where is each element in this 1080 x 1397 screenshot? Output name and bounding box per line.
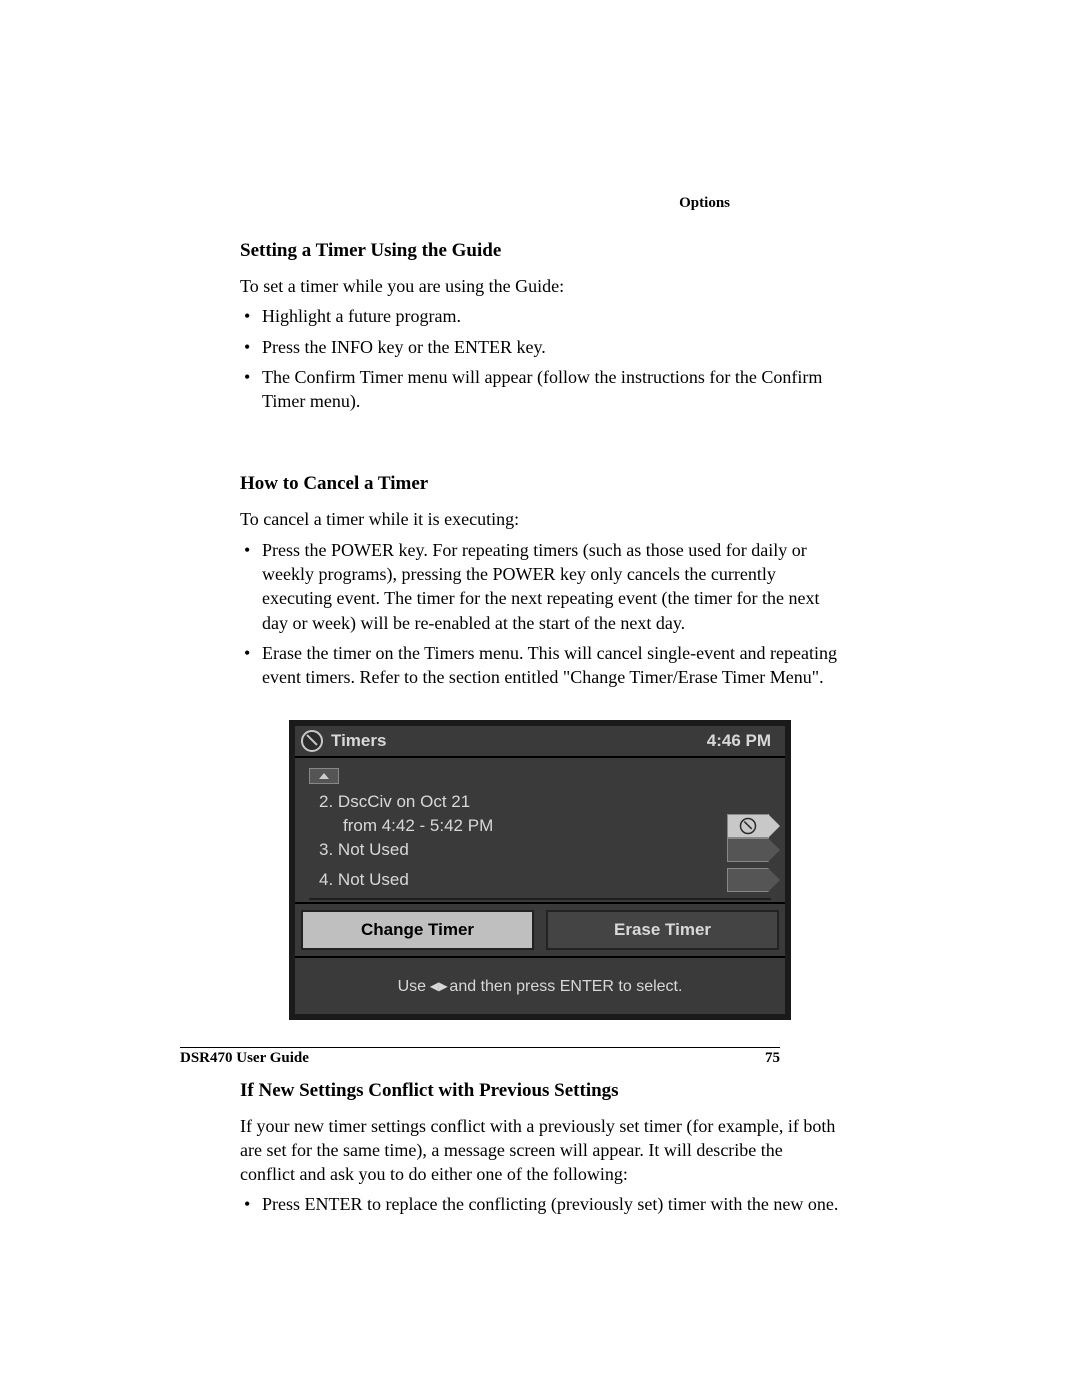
timers-title: Timers [331, 731, 386, 751]
timer-item-2[interactable]: 2. DscCiv on Oct 21 [319, 790, 769, 814]
timer-item-3-tag-icon[interactable] [727, 838, 769, 862]
prohibit-icon [301, 730, 323, 752]
section1-intro: To set a timer while you are using the G… [240, 274, 840, 298]
page-footer: DSR470 User Guide 75 [180, 1047, 780, 1067]
timer-item-4[interactable]: 4. Not Used [319, 868, 769, 892]
section3-bullet-1: Press ENTER to replace the conflicting (… [240, 1192, 840, 1216]
footer-page-number: 75 [765, 1050, 780, 1067]
footer-doc-title: DSR470 User Guide [180, 1050, 309, 1067]
section3-intro: If your new timer settings conflict with… [240, 1114, 840, 1187]
document-page: Options Setting a Timer Using the Guide … [0, 0, 1080, 1397]
scroll-up-icon[interactable] [309, 768, 339, 784]
section1-bullet-2: Press the INFO key or the ENTER key. [240, 335, 840, 359]
section2-bullet-2: Erase the timer on the Timers menu. This… [240, 641, 840, 690]
timers-menu-screenshot: Timers 4:46 PM 2. DscCiv on Oct 21 from … [289, 720, 791, 1020]
timer-item-2-tag-icon[interactable] [727, 814, 769, 838]
section1-bullet-1: Highlight a future program. [240, 304, 840, 328]
section3-bullet-list: Press ENTER to replace the conflicting (… [240, 1192, 840, 1216]
erase-timer-button[interactable]: Erase Timer [546, 910, 779, 950]
running-head-options: Options [679, 195, 730, 212]
section2-bullet-list: Press the POWER key. For repeating timer… [240, 538, 840, 690]
change-timer-button[interactable]: Change Timer [301, 910, 534, 950]
timer-item-3[interactable]: 3. Not Used [319, 838, 769, 862]
timers-button-row: Change Timer Erase Timer [295, 904, 785, 958]
section1-bullet-list: Highlight a future program. Press the IN… [240, 304, 840, 413]
left-right-arrows-icon: ◂ ▸ [430, 976, 445, 996]
heading-if-new-settings-conflict: If New Settings Conflict with Previous S… [240, 1080, 840, 1102]
timer-item-4-tag-icon[interactable] [727, 868, 769, 892]
timer-item-4-line1: 4. Not Used [319, 870, 409, 890]
timers-list: 2. DscCiv on Oct 21 from 4:42 - 5:42 PM … [295, 758, 785, 904]
heading-setting-timer-using-guide: Setting a Timer Using the Guide [240, 240, 840, 262]
section1-bullet-3: The Confirm Timer menu will appear (foll… [240, 365, 840, 414]
section2-bullet-1: Press the POWER key. For repeating timer… [240, 538, 840, 635]
timers-hint: Use ◂ ▸ and then press ENTER to select. [295, 958, 785, 1014]
timers-clock: 4:46 PM [707, 731, 771, 751]
section2-intro: To cancel a timer while it is executing: [240, 507, 840, 531]
timer-item-2-line1: 2. DscCiv on Oct 21 [319, 792, 470, 812]
timer-item-2-line2: from 4:42 - 5:42 PM [319, 816, 493, 836]
timer-item-3-line1: 3. Not Used [319, 840, 409, 860]
prohibit-icon [740, 817, 757, 834]
timers-titlebar: Timers 4:46 PM [295, 726, 785, 758]
heading-how-to-cancel-timer: How to Cancel a Timer [240, 473, 840, 495]
